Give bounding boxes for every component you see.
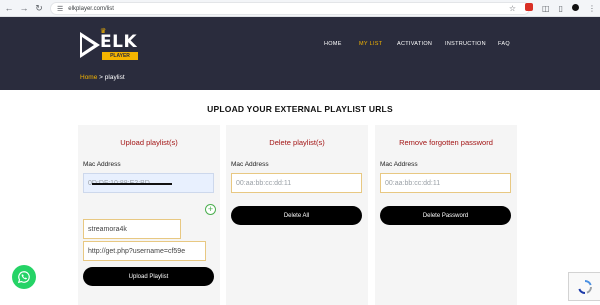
logo-sub-text: PLAYER (102, 52, 138, 60)
playlist-name-input[interactable]: streamora4k (83, 219, 181, 239)
extension-icon[interactable] (525, 2, 534, 15)
site-logo[interactable]: ♛ ELK PLAYER (80, 27, 140, 65)
star-icon[interactable]: ☆ (509, 2, 516, 15)
page-title: UPLOAD YOUR EXTERNAL PLAYLIST URLS (207, 104, 393, 114)
mac-redaction (92, 183, 172, 185)
upload-playlist-button[interactable]: Upload Playlist (83, 267, 214, 286)
mac-address-label: Mac Address (380, 161, 418, 168)
url-text: elkplayer.com/list (68, 5, 114, 12)
whatsapp-button[interactable] (12, 265, 36, 289)
nav-item-faq[interactable]: FAQ (498, 41, 510, 47)
site-header: ♛ ELK PLAYER HOME MY LIST ACTIVATION INS… (0, 17, 600, 90)
logo-brand-text: ELK (100, 32, 138, 52)
forward-arrow-icon[interactable]: → (18, 2, 30, 14)
sidebar-icon[interactable]: ▯ (559, 2, 563, 15)
recaptcha-badge[interactable] (568, 272, 600, 301)
breadcrumb: Home > playlist (80, 74, 125, 81)
nav-item-activation[interactable]: ACTIVATION (397, 41, 432, 47)
browser-toolbar: ← → ↻ ⌂ ☰ elkplayer.com/list ☆ ◫ ▯ ⋮ (0, 0, 600, 17)
nav-item-my-list[interactable]: MY LIST (359, 41, 382, 47)
mac-address-input[interactable]: 0D:DF:10:88:E2:BD (83, 173, 214, 193)
nav-item-home[interactable]: HOME (324, 41, 342, 47)
upload-card-title: Upload playlist(s) (120, 138, 178, 147)
password-card-title: Remove forgotten password (399, 138, 493, 147)
mac-placeholder: 00:aa:bb:cc:dd:11 (385, 179, 441, 187)
upload-playlist-card: Upload playlist(s) Mac Address 0D:DF:10:… (78, 125, 220, 305)
address-bar[interactable]: ☰ elkplayer.com/list (50, 2, 530, 15)
breadcrumb-separator: > (99, 74, 103, 81)
delete-card-title: Delete playlist(s) (269, 138, 325, 147)
delete-playlist-card: Delete playlist(s) Mac Address 00:aa:bb:… (226, 125, 368, 305)
password-mac-input[interactable]: 00:aa:bb:cc:dd:11 (380, 173, 511, 193)
delete-all-button[interactable]: Delete All (231, 206, 362, 225)
nav-item-instruction[interactable]: INSTRUCTION (445, 41, 486, 47)
back-arrow-icon[interactable]: ← (3, 2, 15, 14)
delete-password-button[interactable]: Delete Password (380, 206, 511, 225)
puzzle-icon[interactable]: ◫ (542, 2, 550, 15)
tune-icon[interactable]: ☰ (57, 5, 63, 13)
reload-icon[interactable]: ↻ (33, 2, 45, 14)
mac-placeholder: 00:aa:bb:cc:dd:11 (236, 179, 292, 187)
mac-address-label: Mac Address (231, 161, 269, 168)
profile-avatar[interactable] (572, 2, 579, 15)
mac-address-label: Mac Address (83, 161, 121, 168)
recaptcha-icon (577, 279, 592, 294)
whatsapp-icon (17, 271, 30, 284)
kebab-icon[interactable]: ⋮ (588, 2, 596, 15)
remove-password-card: Remove forgotten password Mac Address 00… (375, 125, 517, 305)
breadcrumb-current: playlist (104, 74, 125, 81)
breadcrumb-home[interactable]: Home (80, 74, 97, 81)
plus-icon[interactable]: + (205, 204, 216, 215)
delete-mac-input[interactable]: 00:aa:bb:cc:dd:11 (231, 173, 362, 193)
playlist-url-input[interactable]: http://get.php?username=cf59e (83, 241, 206, 261)
